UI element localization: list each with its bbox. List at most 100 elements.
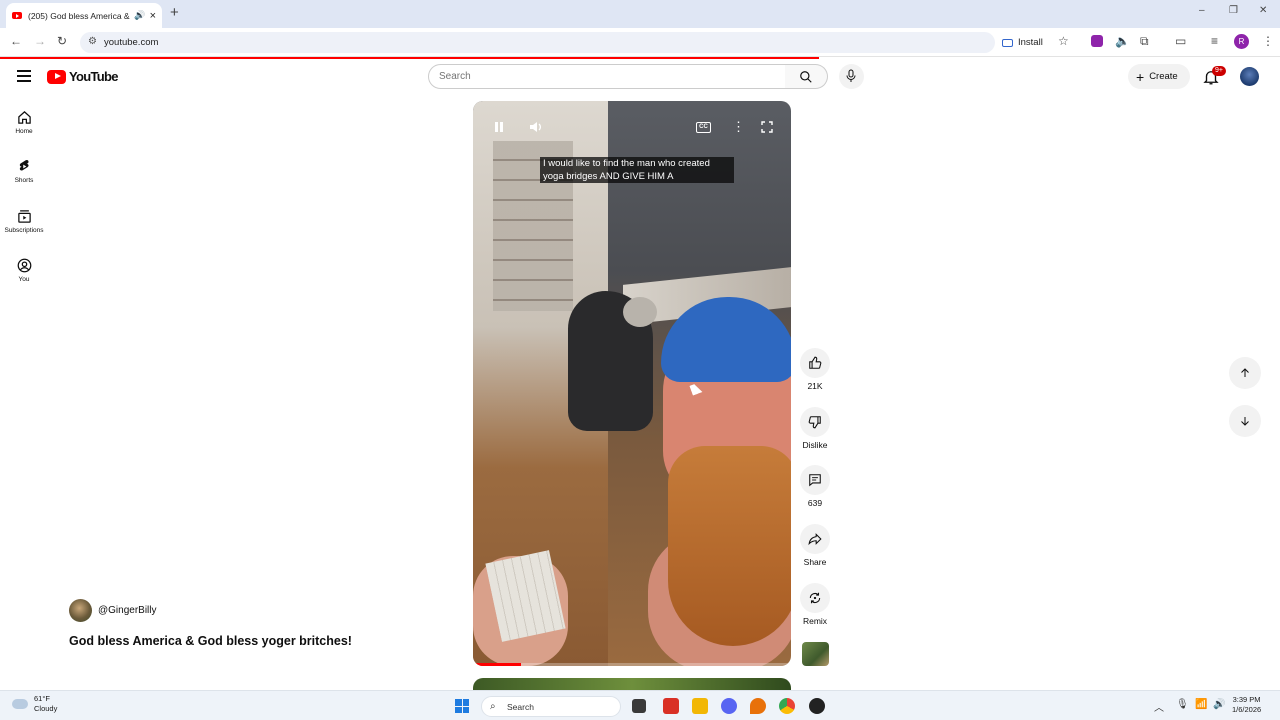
install-icon <box>1002 38 1013 47</box>
pause-icon[interactable] <box>493 121 505 133</box>
video-title: God bless America & God bless yoger brit… <box>69 634 352 648</box>
more-options-icon[interactable]: ⋮ <box>732 119 745 135</box>
next-short-preview[interactable] <box>473 678 791 690</box>
guide-item-you[interactable]: You <box>0 258 48 283</box>
guide-item-home[interactable]: Home <box>0 110 48 135</box>
forward-icon[interactable]: → <box>34 34 46 48</box>
maximize-button[interactable]: ❐ <box>1229 5 1238 16</box>
channel-avatar[interactable] <box>69 599 92 622</box>
subscriptions-icon <box>17 210 31 223</box>
split-view-icon[interactable]: ▭ <box>1175 34 1186 48</box>
taskbar-search[interactable]: ⌕ Search <box>481 696 621 717</box>
search-input[interactable]: Search <box>428 64 786 89</box>
channel-handle[interactable]: @GingerBilly <box>98 605 157 616</box>
guide-label-subscriptions: Subscriptions <box>4 227 44 234</box>
create-label: Create <box>1149 71 1178 82</box>
minimize-button[interactable]: – <box>1199 5 1205 16</box>
guide-item-shorts[interactable]: Shorts <box>0 159 48 184</box>
media-audio-icon[interactable]: 🔈 <box>1115 34 1130 48</box>
remix-action[interactable]: Remix <box>800 583 830 626</box>
video-beard <box>668 446 791 646</box>
browser-menu-icon[interactable]: ⋮ <box>1262 34 1274 48</box>
next-short-button[interactable] <box>1229 405 1261 437</box>
like-action[interactable]: 21K <box>800 348 830 391</box>
taskbar-app-dark-icon[interactable] <box>809 698 825 714</box>
you-icon <box>17 258 31 273</box>
sound-thumbnail[interactable] <box>802 642 829 666</box>
bookmark-star-icon[interactable]: ☆ <box>1058 34 1069 48</box>
browser-tab[interactable]: (205) God bless America & 🔊 × <box>6 3 162 28</box>
extensions-puzzle-icon[interactable]: ⧉ <box>1140 34 1149 49</box>
comments-button[interactable] <box>800 465 830 495</box>
close-window-button[interactable]: ✕ <box>1259 5 1267 16</box>
captions-button[interactable]: CC <box>696 122 711 133</box>
search-icon <box>800 71 812 83</box>
voice-search-button[interactable] <box>839 64 864 89</box>
taskbar-app-red-icon[interactable] <box>663 698 679 714</box>
task-view-icon[interactable] <box>632 699 646 713</box>
reading-list-icon[interactable]: ≡ <box>1211 34 1218 48</box>
comment-icon <box>809 474 821 487</box>
clock-date: 1/6/2026 <box>1232 705 1262 714</box>
shorts-icon <box>19 159 29 171</box>
speaker-icon[interactable]: 🔊 <box>1213 699 1225 710</box>
install-label: Install <box>1018 37 1043 48</box>
windows-start-icon[interactable] <box>455 699 469 713</box>
reload-icon[interactable]: ↻ <box>57 34 67 48</box>
guide-label-you: You <box>18 276 30 283</box>
address-bar[interactable]: ⚙ youtube.com <box>80 32 995 53</box>
tab-audio-icon[interactable]: 🔊 <box>134 10 145 21</box>
plus-icon: + <box>1136 68 1145 85</box>
guide-label-shorts: Shorts <box>14 177 34 184</box>
profile-avatar[interactable]: R <box>1234 34 1249 49</box>
share-label: Share <box>803 557 827 567</box>
youtube-play-icon <box>47 69 66 84</box>
remix-button[interactable] <box>800 583 830 613</box>
guide-label-home: Home <box>15 128 33 135</box>
wifi-icon[interactable]: 📶 <box>1195 699 1207 710</box>
discord-icon[interactable] <box>721 698 737 714</box>
tray-mic-icon[interactable]: 🎙 <box>1176 699 1189 710</box>
chrome-icon[interactable] <box>779 698 795 714</box>
tray-overflow-icon[interactable]: ︿ <box>1154 699 1164 714</box>
weather-widget[interactable]: 61°F Cloudy <box>12 694 57 714</box>
dislike-button[interactable] <box>800 407 830 437</box>
shorts-video-player[interactable]: CC ⋮ I would like to find the man who cr… <box>473 101 791 666</box>
dislike-label: Dislike <box>802 440 828 450</box>
thumbs-up-icon <box>809 356 822 369</box>
youtube-logo[interactable]: YouTube <box>47 69 118 84</box>
comments-count: 639 <box>807 498 823 508</box>
like-button[interactable] <box>800 348 830 378</box>
previous-short-button[interactable] <box>1229 357 1261 389</box>
extension-icon[interactable] <box>1091 35 1103 47</box>
hamburger-menu-icon[interactable] <box>17 70 31 85</box>
file-explorer-icon[interactable] <box>692 698 708 714</box>
new-tab-button[interactable]: + <box>170 4 179 21</box>
create-button[interactable]: + Create <box>1128 64 1190 89</box>
system-clock[interactable]: 3:39 PM 1/6/2026 <box>1232 695 1261 715</box>
channel-info[interactable]: @GingerBilly <box>69 599 157 622</box>
site-info-icon[interactable]: ⚙ <box>88 36 97 47</box>
install-app-button[interactable]: Install <box>1002 32 1050 53</box>
tab-close-icon[interactable]: × <box>150 10 156 22</box>
share-action[interactable]: Share <box>800 524 830 567</box>
home-icon <box>17 111 31 124</box>
search-button[interactable] <box>785 64 828 89</box>
tab-title: (205) God bless America & <box>28 10 130 21</box>
video-progress-bar[interactable] <box>473 663 791 666</box>
dislike-action[interactable]: Dislike <box>800 407 830 450</box>
guide-item-subscriptions[interactable]: Subscriptions <box>0 209 48 234</box>
notifications-badge: 9+ <box>1212 66 1226 76</box>
video-person-head <box>623 297 657 327</box>
youtube-logo-text: YouTube <box>69 69 118 84</box>
taskbar-pin-app-icon[interactable] <box>750 698 766 714</box>
back-icon[interactable]: ← <box>10 34 22 48</box>
account-avatar[interactable] <box>1240 67 1259 86</box>
fullscreen-icon[interactable] <box>761 121 773 133</box>
taskbar-search-icon: ⌕ <box>490 701 496 712</box>
volume-icon[interactable] <box>529 121 543 133</box>
windows-taskbar: 61°F Cloudy ⌕ Search ︿ 🎙 📶 🔊 3:39 PM 1/6… <box>0 690 1280 720</box>
browser-toolbar: ← → ↻ ⚙ youtube.com Install ☆ 🔈 ⧉ ▭ ≡ R … <box>0 28 1280 57</box>
share-button[interactable] <box>800 524 830 554</box>
comments-action[interactable]: 639 <box>800 465 830 508</box>
